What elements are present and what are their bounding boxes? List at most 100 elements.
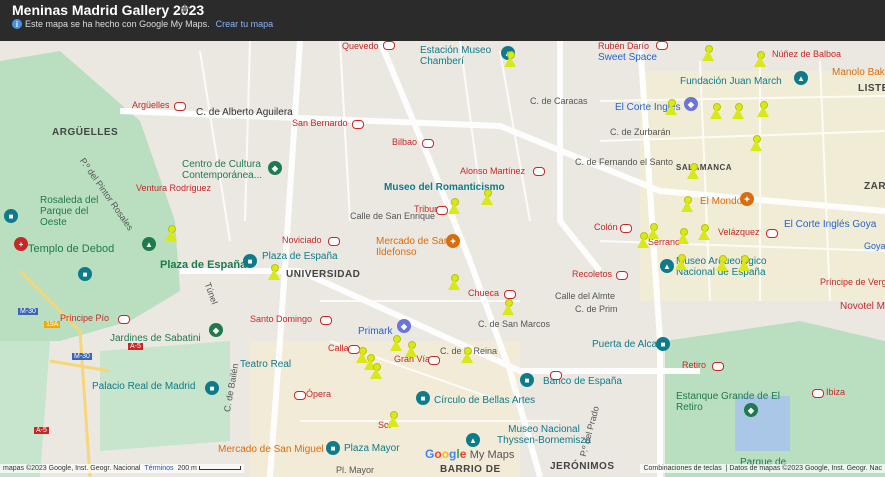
almte-label: Calle del Almte <box>555 291 616 301</box>
a5-shield-b: A-5 <box>34 427 49 434</box>
landmark-icon[interactable]: ■ <box>205 381 219 395</box>
metro-icon[interactable] <box>766 229 778 238</box>
primark-label: Primark <box>358 326 393 337</box>
monument-icon[interactable]: ▲ <box>142 237 156 251</box>
alonso-label: Alonso Martínez <box>460 166 526 176</box>
restaurant-icon[interactable]: ✦ <box>446 234 460 248</box>
ibiza-label: Ibiza <box>826 387 846 397</box>
menina-pin[interactable] <box>680 196 694 213</box>
menina-pin[interactable] <box>753 51 767 68</box>
menina-pin[interactable] <box>164 225 178 242</box>
retiro-label: Retiro <box>682 360 707 370</box>
menina-pin[interactable] <box>737 255 751 272</box>
ruben-dario-label: Rubén Darío <box>598 41 650 51</box>
metro-icon[interactable] <box>812 389 824 398</box>
menina-pin[interactable] <box>676 228 690 245</box>
menina-pin[interactable] <box>646 223 660 240</box>
fernando-label: C. de Fernando el Santo <box>575 157 674 167</box>
map-canvas[interactable]: Quevedo Estación Museo Chamberí Rubén Da… <box>0 41 885 477</box>
menina-pin[interactable] <box>389 335 403 352</box>
metro-icon[interactable] <box>383 41 395 50</box>
scale-label: 200 m <box>177 465 197 472</box>
menina-pin[interactable] <box>447 274 461 291</box>
terms-link[interactable]: Términos <box>144 465 173 472</box>
landmark-icon[interactable]: ■ <box>416 391 430 405</box>
metro-icon[interactable] <box>712 362 724 371</box>
star-icon[interactable]: ★ <box>179 1 191 17</box>
menina-pin[interactable] <box>664 99 678 116</box>
plaza-espana-metro-label: Plaza de España <box>262 251 338 262</box>
museum-icon[interactable]: ▲ <box>660 259 674 273</box>
map-title: Meninas Madrid Gallery 2023 <box>12 2 205 18</box>
mercado-sm-label: Mercado de San Miguel <box>218 444 324 455</box>
plaza-espana-park-label: Plaza de España <box>160 259 247 271</box>
footer-left: mapas ©2023 Google, Inst. Geogr. Naciona… <box>0 464 244 473</box>
metro-icon[interactable] <box>616 271 628 280</box>
san-bernardo-label: San Bernardo <box>292 118 348 128</box>
metro-icon[interactable] <box>428 356 440 365</box>
landmark-icon[interactable]: ■ <box>520 373 534 387</box>
menina-pin[interactable] <box>386 411 400 428</box>
menina-pin[interactable] <box>674 254 688 271</box>
menina-pin[interactable] <box>404 341 418 358</box>
prim-label: C. de Prim <box>575 304 618 314</box>
teatro-real-label: Teatro Real <box>240 359 292 370</box>
info-icon: i <box>12 19 22 29</box>
museum-icon[interactable]: ▲ <box>794 71 808 85</box>
metro-icon[interactable] <box>352 120 364 129</box>
quevedo-label: Quevedo <box>342 41 379 51</box>
menina-pin[interactable] <box>709 103 723 120</box>
metro-icon[interactable] <box>656 41 668 50</box>
landmark-icon[interactable]: ■ <box>326 441 340 455</box>
menina-pin[interactable] <box>686 163 700 180</box>
culture-icon[interactable]: ◆ <box>268 161 282 175</box>
menina-pin[interactable] <box>715 255 729 272</box>
metro-icon[interactable] <box>550 371 562 380</box>
plaza-mayor-label: Plaza Mayor <box>344 443 400 454</box>
menina-pin[interactable] <box>701 45 715 62</box>
menina-pin[interactable] <box>756 101 770 118</box>
landmark-icon[interactable]: ■ <box>78 267 92 281</box>
metro-icon[interactable] <box>533 167 545 176</box>
m30-shield-b: M-30 <box>72 353 92 360</box>
metro-icon[interactable] <box>422 139 434 148</box>
shortcuts-link[interactable]: Combinaciones de teclas <box>643 465 721 472</box>
landmark-icon[interactable]: ■ <box>656 337 670 351</box>
menina-pin[interactable] <box>731 103 745 120</box>
landmark-icon[interactable]: ■ <box>4 209 18 223</box>
puerta-alcala-label: Puerta de Alcalá <box>592 339 665 350</box>
menina-pin[interactable] <box>501 299 515 316</box>
san-marcos-label: C. de San Marcos <box>478 319 551 329</box>
estanque-label: Estanque Grande de El Retiro <box>676 391 780 413</box>
menina-pin[interactable] <box>460 347 474 364</box>
menina-pin[interactable] <box>480 189 494 206</box>
menina-pin[interactable] <box>749 135 763 152</box>
metro-icon[interactable] <box>320 316 332 325</box>
shopping-bag-icon[interactable]: ◆ <box>684 97 698 111</box>
metro-icon[interactable] <box>118 315 130 324</box>
restaurant-icon[interactable]: ✦ <box>740 192 754 206</box>
salamanca-label: SALAMANCA <box>676 163 733 172</box>
metro-icon[interactable] <box>504 290 516 299</box>
landmark-icon[interactable]: ■ <box>243 254 257 268</box>
shopping-bag-icon[interactable]: ◆ <box>397 319 411 333</box>
metro-icon[interactable] <box>620 224 632 233</box>
create-map-link[interactable]: Crear tu mapa <box>216 19 274 29</box>
park-icon[interactable]: ◆ <box>744 403 758 417</box>
menina-pin[interactable] <box>267 264 281 281</box>
footer-right: Combinaciones de teclas | Datos de mapas… <box>640 464 885 473</box>
sweet-space-label: Sweet Space <box>598 52 657 63</box>
metro-icon[interactable] <box>328 237 340 246</box>
metro-icon[interactable] <box>294 391 306 400</box>
hospital-icon[interactable]: + <box>14 237 28 251</box>
menina-pin[interactable] <box>369 363 383 380</box>
menina-pin[interactable] <box>447 198 461 215</box>
novotel-label: Novotel M <box>840 301 885 312</box>
metro-icon[interactable] <box>174 102 186 111</box>
fundacion-label: Fundación Juan March <box>680 76 782 87</box>
el-mondo-label: El Mondo <box>700 196 743 207</box>
park-icon[interactable]: ◆ <box>209 323 223 337</box>
museum-icon[interactable]: ▲ <box>466 433 480 447</box>
menina-pin[interactable] <box>503 51 517 68</box>
menina-pin[interactable] <box>697 224 711 241</box>
